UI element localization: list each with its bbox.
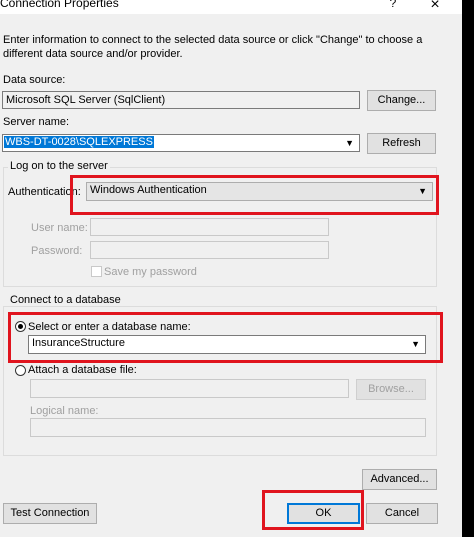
change-button[interactable]: Change... <box>367 90 436 111</box>
logical-name-input[interactable] <box>30 418 426 437</box>
logon-group-legend: Log on to the server <box>8 160 110 172</box>
data-source-label: Data source: <box>3 74 66 86</box>
server-name-label: Server name: <box>3 116 70 128</box>
save-password-label: Save my password <box>104 266 197 278</box>
data-source-field: Microsoft SQL Server (SqlClient) <box>2 91 360 109</box>
server-name-combobox[interactable]: WBS-DT-0028\SQLEXPRESS ▼ <box>2 134 360 152</box>
advanced-button[interactable]: Advanced... <box>362 469 437 490</box>
cancel-button[interactable]: Cancel <box>366 503 438 524</box>
window-title: Connection Properties <box>0 0 119 10</box>
close-button[interactable]: × <box>425 0 445 13</box>
help-button[interactable]: ? <box>383 0 403 12</box>
instruction-text: Enter information to connect to the sele… <box>3 34 423 60</box>
refresh-button[interactable]: Refresh <box>367 133 436 154</box>
chevron-down-icon[interactable]: ▼ <box>345 135 354 152</box>
user-name-input[interactable] <box>90 218 329 236</box>
database-group-legend: Connect to a database <box>8 294 123 306</box>
attach-file-radio[interactable] <box>15 365 26 376</box>
attach-file-input[interactable] <box>30 379 349 398</box>
authentication-highlight <box>70 175 439 215</box>
password-input[interactable] <box>90 241 329 259</box>
database-highlight <box>8 312 443 363</box>
test-connection-button[interactable]: Test Connection <box>3 503 97 524</box>
save-password-checkbox[interactable] <box>91 266 102 277</box>
browse-button[interactable]: Browse... <box>356 379 426 400</box>
user-name-label: User name: <box>31 222 88 234</box>
server-name-value: WBS-DT-0028\SQLEXPRESS <box>4 136 154 148</box>
attach-file-label: Attach a database file: <box>28 364 137 376</box>
window-edge <box>462 0 474 537</box>
logical-name-label: Logical name: <box>30 405 99 417</box>
ok-highlight <box>262 490 364 530</box>
password-label: Password: <box>31 245 83 257</box>
